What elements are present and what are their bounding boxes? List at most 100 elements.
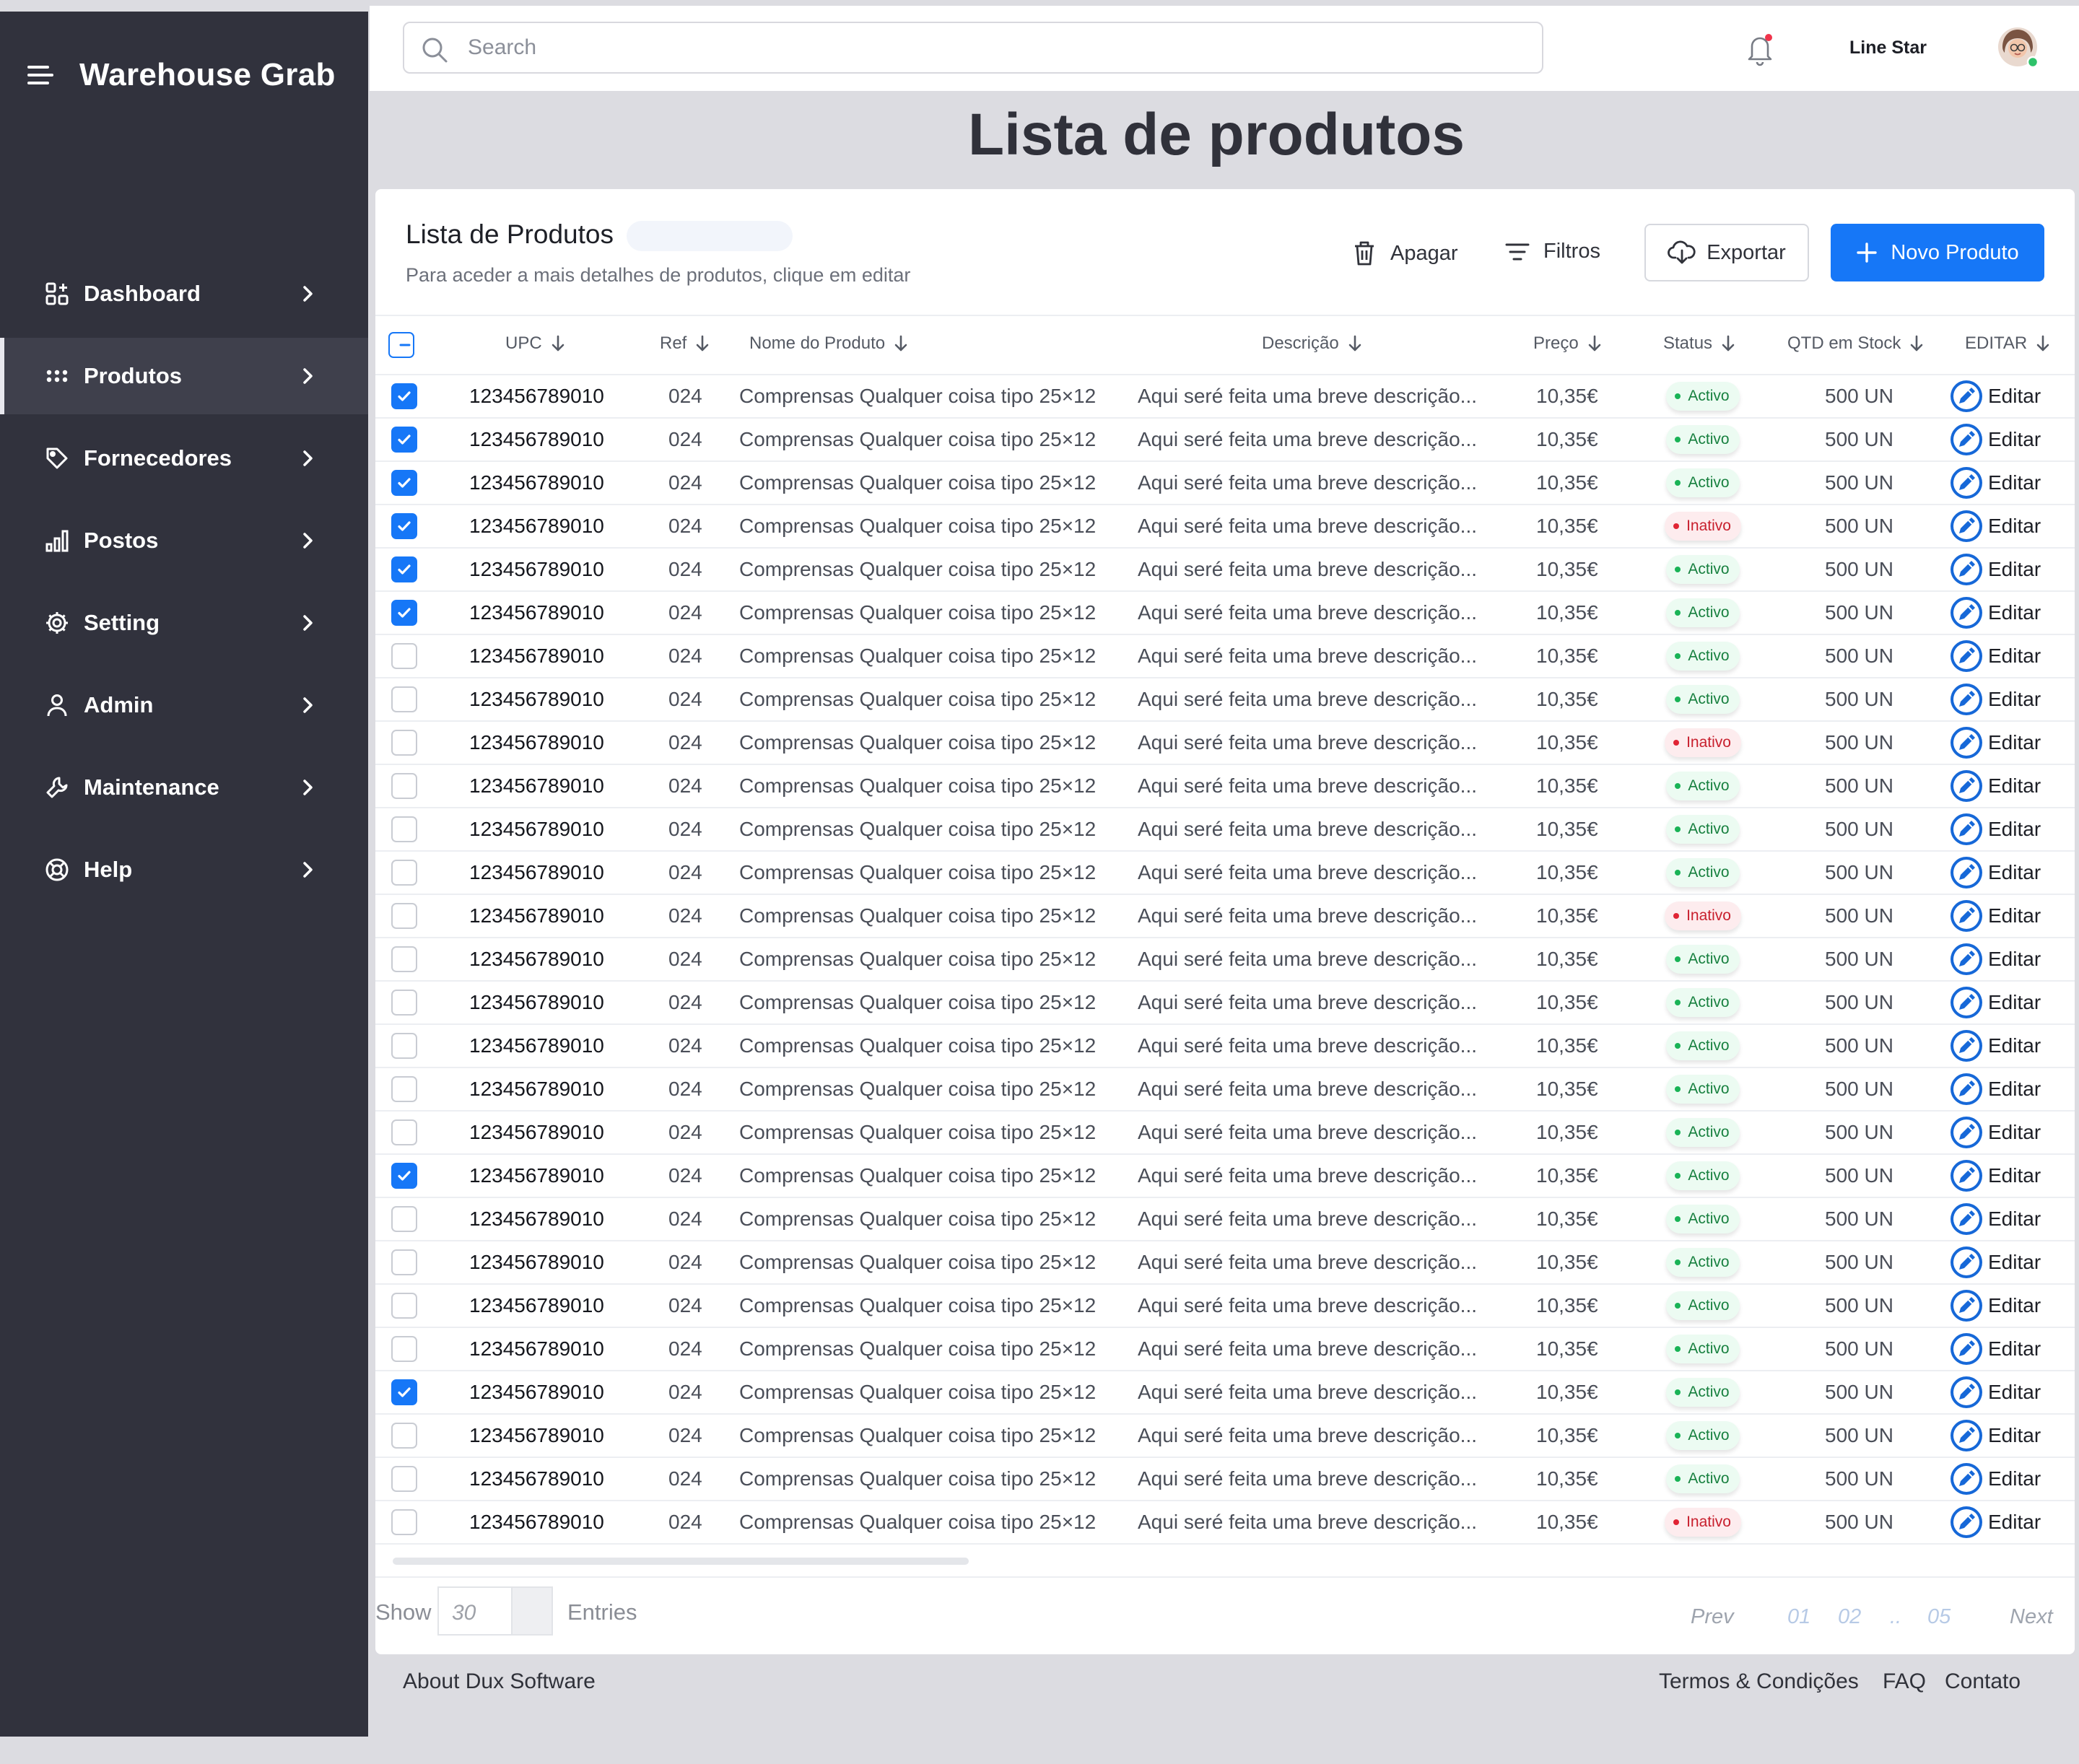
- column-header-upc[interactable]: UPC: [505, 333, 567, 354]
- select-all-checkbox[interactable]: [388, 332, 414, 358]
- user-name[interactable]: Line Star: [1849, 38, 1927, 58]
- edit-button[interactable]: Editar: [1949, 549, 2041, 590]
- row-checkbox[interactable]: [391, 470, 417, 496]
- table-row[interactable]: 123456789010 024 Comprensas Qualquer coisa…: [375, 1328, 2075, 1371]
- edit-button[interactable]: Editar: [1949, 419, 2041, 460]
- filters-button[interactable]: Filtros: [1504, 240, 1600, 263]
- bell-icon[interactable]: [1743, 30, 1777, 66]
- edit-button[interactable]: Editar: [1949, 635, 2041, 677]
- page-link[interactable]: 02: [1838, 1605, 1861, 1629]
- row-checkbox[interactable]: [391, 513, 417, 539]
- row-checkbox[interactable]: [391, 1206, 417, 1232]
- sidebar-item-fornecedores[interactable]: Fornecedores: [0, 420, 368, 497]
- table-row[interactable]: 123456789010 024 Comprensas Qualquer coisa…: [375, 1198, 2075, 1241]
- row-checkbox[interactable]: [391, 730, 417, 756]
- prev-page-link[interactable]: Prev: [1691, 1605, 1734, 1629]
- table-row[interactable]: 123456789010 024 Comprensas Qualquer coisa…: [375, 635, 2075, 678]
- sidebar-item-produtos[interactable]: Produtos: [0, 338, 368, 414]
- edit-button[interactable]: Editar: [1949, 678, 2041, 720]
- search-input[interactable]: [468, 29, 1522, 66]
- table-row[interactable]: 123456789010 024 Comprensas Qualquer coisa…: [375, 938, 2075, 982]
- table-row[interactable]: 123456789010 024 Comprensas Qualquer coisa…: [375, 375, 2075, 419]
- table-row[interactable]: 123456789010 024 Comprensas Qualquer coisa…: [375, 722, 2075, 765]
- edit-button[interactable]: Editar: [1949, 1155, 2041, 1197]
- row-checkbox[interactable]: [391, 1163, 417, 1189]
- table-row[interactable]: 123456789010 024 Comprensas Qualquer coisa…: [375, 1415, 2075, 1458]
- row-checkbox[interactable]: [391, 643, 417, 669]
- edit-button[interactable]: Editar: [1949, 852, 2041, 894]
- table-row[interactable]: 123456789010 024 Comprensas Qualquer coisa…: [375, 982, 2075, 1025]
- row-checkbox[interactable]: [391, 686, 417, 712]
- row-checkbox[interactable]: [391, 903, 417, 929]
- table-row[interactable]: 123456789010 024 Comprensas Qualquer coisa…: [375, 1371, 2075, 1415]
- row-checkbox[interactable]: [391, 1119, 417, 1145]
- column-header-status[interactable]: Status: [1663, 333, 1737, 354]
- avatar[interactable]: [1997, 26, 2039, 68]
- row-checkbox[interactable]: [391, 1509, 417, 1535]
- table-row[interactable]: 123456789010 024 Comprensas Qualquer coisa…: [375, 592, 2075, 635]
- edit-button[interactable]: Editar: [1949, 1285, 2041, 1327]
- edit-button[interactable]: Editar: [1949, 722, 2041, 764]
- table-row[interactable]: 123456789010 024 Comprensas Qualquer coisa…: [375, 1112, 2075, 1155]
- edit-button[interactable]: Editar: [1949, 1458, 2041, 1500]
- row-checkbox[interactable]: [391, 1423, 417, 1449]
- new-product-button[interactable]: Novo Produto: [1831, 224, 2044, 281]
- edit-button[interactable]: Editar: [1949, 1068, 2041, 1110]
- edit-button[interactable]: Editar: [1949, 982, 2041, 1023]
- edit-button[interactable]: Editar: [1949, 462, 2041, 504]
- sidebar-item-setting[interactable]: Setting: [0, 585, 368, 661]
- export-button[interactable]: Exportar: [1644, 224, 1809, 281]
- row-checkbox[interactable]: [391, 427, 417, 453]
- edit-button[interactable]: Editar: [1949, 505, 2041, 547]
- row-checkbox[interactable]: [391, 990, 417, 1016]
- row-checkbox[interactable]: [391, 600, 417, 626]
- edit-button[interactable]: Editar: [1949, 765, 2041, 807]
- table-row[interactable]: 123456789010 024 Comprensas Qualquer coisa…: [375, 1285, 2075, 1328]
- edit-button[interactable]: Editar: [1949, 1025, 2041, 1067]
- edit-button[interactable]: Editar: [1949, 895, 2041, 937]
- table-row[interactable]: 123456789010 024 Comprensas Qualquer coisa…: [375, 1458, 2075, 1501]
- row-checkbox[interactable]: [391, 383, 417, 409]
- table-row[interactable]: 123456789010 024 Comprensas Qualquer coisa…: [375, 852, 2075, 895]
- edit-button[interactable]: Editar: [1949, 808, 2041, 850]
- sidebar-item-admin[interactable]: Admin: [0, 667, 368, 743]
- sidebar-item-help[interactable]: Help: [0, 831, 368, 908]
- column-header-edit[interactable]: EDITAR: [1965, 333, 2052, 354]
- edit-button[interactable]: Editar: [1949, 1241, 2041, 1283]
- sidebar-item-dashboard[interactable]: Dashboard: [0, 256, 368, 332]
- edit-button[interactable]: Editar: [1949, 375, 2041, 417]
- row-checkbox[interactable]: [391, 816, 417, 842]
- table-row[interactable]: 123456789010 024 Comprensas Qualquer coisa…: [375, 808, 2075, 852]
- edit-button[interactable]: Editar: [1949, 1415, 2041, 1457]
- entries-stepper[interactable]: [511, 1588, 552, 1634]
- column-header-price[interactable]: Preço: [1533, 333, 1603, 354]
- table-row[interactable]: 123456789010 024 Comprensas Qualquer coisa…: [375, 549, 2075, 592]
- column-header-description[interactable]: Descrição: [1262, 333, 1364, 354]
- row-checkbox[interactable]: [391, 773, 417, 799]
- sidebar-item-maintenance[interactable]: Maintenance: [0, 749, 368, 826]
- page-link[interactable]: 05: [1927, 1605, 1951, 1629]
- table-row[interactable]: 123456789010 024 Comprensas Qualquer coisa…: [375, 462, 2075, 505]
- table-row[interactable]: 123456789010 024 Comprensas Qualquer coisa…: [375, 1241, 2075, 1285]
- row-checkbox[interactable]: [391, 1379, 417, 1405]
- edit-button[interactable]: Editar: [1949, 1328, 2041, 1370]
- row-checkbox[interactable]: [391, 1076, 417, 1102]
- page-link[interactable]: 01: [1787, 1605, 1810, 1629]
- table-row[interactable]: 123456789010 024 Comprensas Qualquer coisa…: [375, 765, 2075, 808]
- contact-link[interactable]: Contato: [1945, 1669, 2021, 1694]
- table-row[interactable]: 123456789010 024 Comprensas Qualquer coisa…: [375, 1025, 2075, 1068]
- checkbox[interactable]: [388, 332, 414, 358]
- row-checkbox[interactable]: [391, 1336, 417, 1362]
- delete-button[interactable]: Apagar: [1351, 240, 1458, 267]
- edit-button[interactable]: Editar: [1949, 1198, 2041, 1240]
- edit-button[interactable]: Editar: [1949, 938, 2041, 980]
- table-row[interactable]: 123456789010 024 Comprensas Qualquer coisa…: [375, 895, 2075, 938]
- column-header-stock[interactable]: QTD em Stock: [1787, 333, 1925, 354]
- edit-button[interactable]: Editar: [1949, 592, 2041, 634]
- row-checkbox[interactable]: [391, 1033, 417, 1059]
- column-header-name[interactable]: Nome do Produto: [749, 333, 910, 354]
- column-header-ref[interactable]: Ref: [660, 333, 711, 354]
- row-checkbox[interactable]: [391, 860, 417, 886]
- edit-button[interactable]: Editar: [1949, 1501, 2041, 1543]
- next-page-link[interactable]: Next: [2010, 1605, 2053, 1629]
